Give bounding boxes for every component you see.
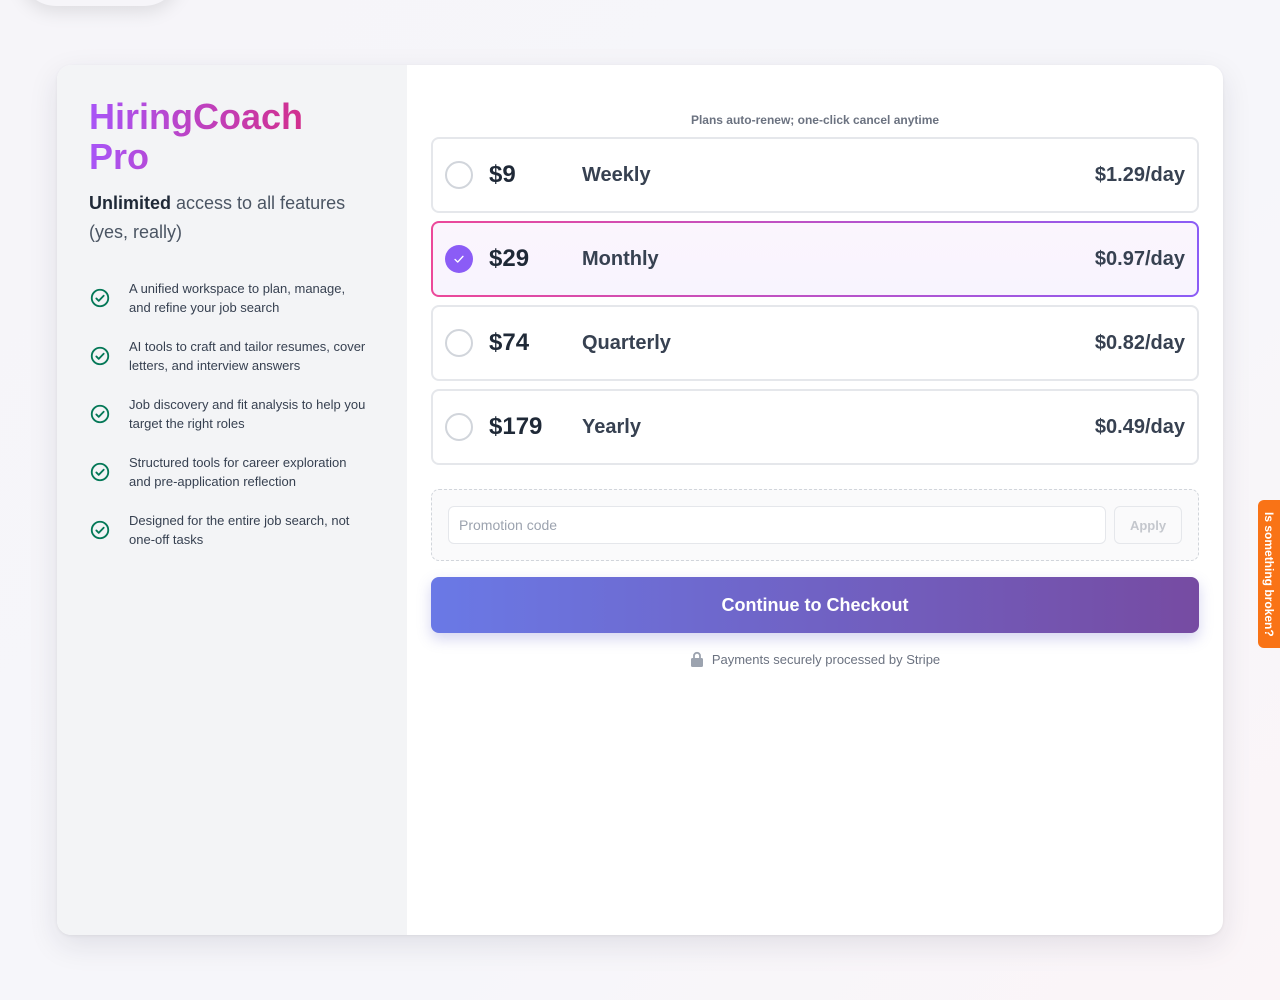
feature-item: Structured tools for career exploration … [89,453,375,491]
check-circle-icon [90,346,110,366]
check-circle-icon [90,288,110,308]
plan-option-quarterly[interactable]: $74 Quarterly $0.82/day [431,305,1199,381]
feedback-tab[interactable]: Is something broken? [1258,500,1280,648]
plan-option-yearly[interactable]: $179 Yearly $0.49/day [431,389,1199,465]
radio-unchecked-icon[interactable] [445,161,473,189]
plan-price: $9 [489,161,516,188]
lock-icon [690,651,703,667]
plan-price: $179 [489,413,543,440]
brand-title: HiringCoach Pro [89,97,349,177]
feedback-tab-label: Is something broken? [1262,511,1276,637]
secure-payment-note: Payments securely processed by Stripe [431,651,1199,667]
plan-selection-panel: Plans auto-renew; one-click cancel anyti… [407,65,1223,935]
feature-text: Designed for the entire job search, not … [129,513,350,547]
tagline-bold: Unlimited [89,193,172,213]
radio-unchecked-icon[interactable] [445,413,473,441]
feature-text: A unified workspace to plan, manage, and… [129,281,346,315]
pricing-card: HiringCoach Pro Unlimited access to all … [57,65,1223,935]
plan-period: Monthly [582,247,659,270]
plan-period: Weekly [582,163,651,186]
check-circle-icon [90,404,110,424]
plan-option-weekly[interactable]: $9 Weekly $1.29/day [431,137,1199,213]
plan-period: Yearly [582,415,641,438]
plan-period: Quarterly [582,331,671,354]
feature-item: A unified workspace to plan, manage, and… [89,279,375,317]
plan-per-day: $0.97/day [1094,247,1185,270]
plan-summary-panel: HiringCoach Pro Unlimited access to all … [57,65,407,935]
feature-item: Job discovery and fit analysis to help y… [89,395,375,433]
plan-per-day: $0.82/day [1094,331,1185,354]
plan-options: $9 Weekly $1.29/day $29 Monthly $0.97/da… [431,137,1199,465]
tagline: Unlimited access to all features (yes, r… [89,189,379,247]
checkmark-icon [454,255,464,263]
feature-list: A unified workspace to plan, manage, and… [89,279,375,549]
feature-text: Job discovery and fit analysis to help y… [129,397,366,431]
feature-text: Structured tools for career exploration … [129,455,347,489]
radio-checked-icon[interactable] [445,245,473,273]
auto-renew-note: Plans auto-renew; one-click cancel anyti… [690,113,940,127]
plan-price: $29 [489,245,530,272]
feature-item: AI tools to craft and tailor resumes, co… [89,337,375,375]
continue-to-checkout-button[interactable]: Continue to Checkout [431,577,1199,633]
apply-promo-button[interactable]: Apply [1114,506,1182,544]
feature-text: AI tools to craft and tailor resumes, co… [129,339,366,373]
plan-price: $74 [489,329,530,356]
secure-payment-text: Payments securely processed by Stripe [711,651,941,667]
promo-code-input[interactable] [448,506,1106,544]
feature-item: Designed for the entire job search, not … [89,511,375,549]
plan-per-day: $1.29/day [1094,163,1185,186]
check-circle-icon [90,462,110,482]
radio-unchecked-icon[interactable] [445,329,473,357]
promo-code-section: Apply [431,489,1199,561]
check-circle-icon [90,520,110,540]
plan-option-monthly[interactable]: $29 Monthly $0.97/day [431,221,1199,297]
plan-per-day: $0.49/day [1094,415,1185,438]
header-shadow [20,0,180,6]
